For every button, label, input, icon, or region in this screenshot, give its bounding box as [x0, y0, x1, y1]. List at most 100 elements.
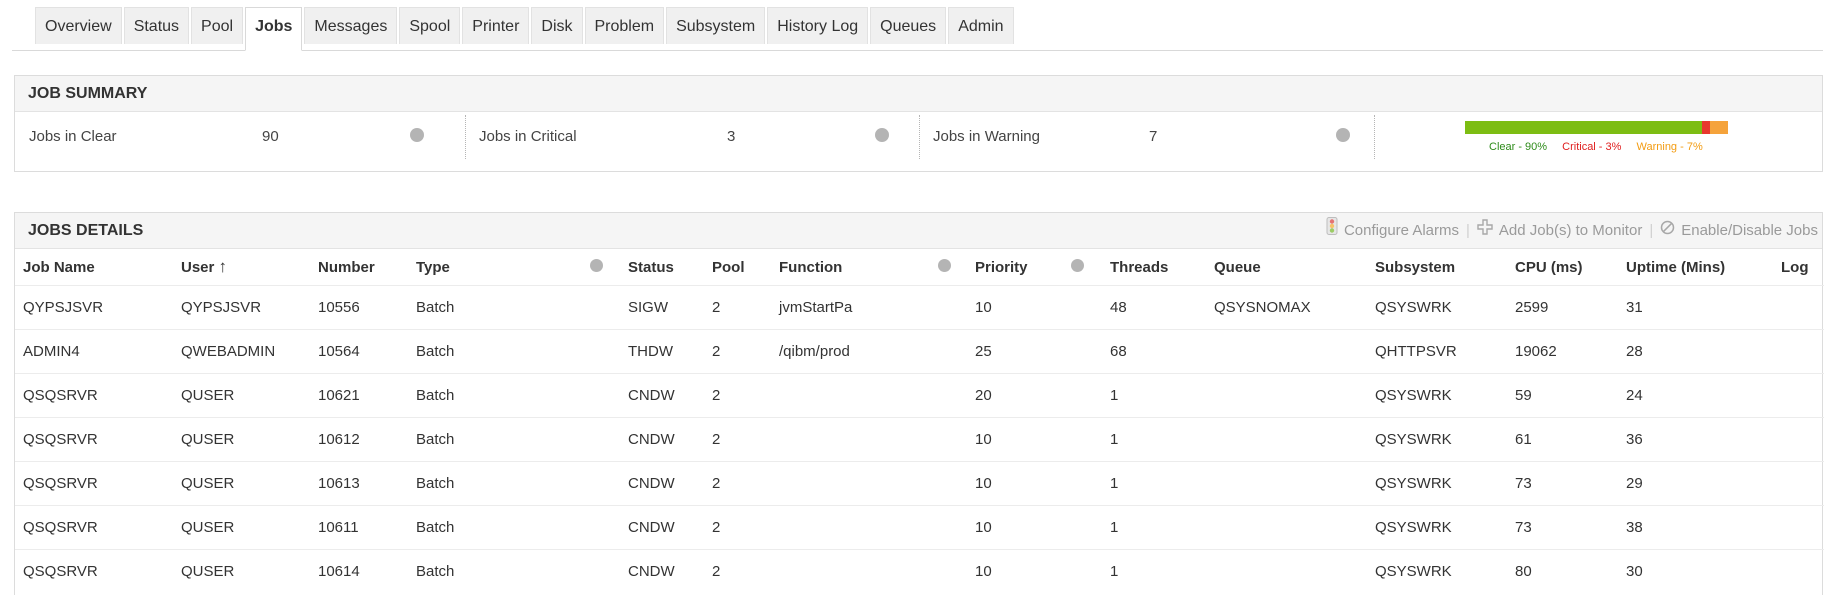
sort-ascending-icon: ↑ [218, 257, 228, 276]
tab-queues[interactable]: Queues [870, 7, 947, 44]
cell-user: QUSER [173, 373, 310, 418]
col-threads[interactable]: Threads [1102, 249, 1206, 286]
enable-disable-button[interactable]: Enable/Disable Jobs [1660, 213, 1818, 248]
tab-disk[interactable]: Disk [531, 7, 583, 44]
cell-job-name: QYPSJSVR [15, 285, 173, 330]
cell-status: CNDW [620, 373, 704, 418]
jobs-details-panel: JOBS DETAILS Configure Alarms | Add Job(… [14, 212, 1824, 595]
table-row[interactable]: QSQSRVR QUSER 10621 Batch CNDW 2 20 1 QSYSWRK 59 2… [15, 373, 1824, 418]
tab-overview[interactable]: Overview [35, 7, 122, 44]
cell-status: THDW [620, 329, 704, 374]
cell-threads: 68 [1102, 329, 1206, 374]
cell-status: CNDW [620, 417, 704, 462]
table-row[interactable]: QSQSRVR QUSER 10611 Batch CNDW 2 10 1 QSYSWRK 73 3… [15, 505, 1824, 550]
col-priority[interactable]: Priority [967, 249, 1102, 286]
cell-type: Batch [408, 505, 620, 550]
job-summary-title: JOB SUMMARY [15, 76, 1822, 112]
summary-clear[interactable]: Jobs in Clear 90 [15, 115, 465, 159]
tab-admin[interactable]: Admin [948, 7, 1014, 44]
cell-job-name: QSQSRVR [15, 505, 173, 550]
jobs-table-body: QYPSJSVR QYPSJSVR 10556 Batch SIGW 2 jvmStartP… [15, 285, 1824, 593]
table-row[interactable]: QSQSRVR QUSER 10614 Batch CNDW 2 10 1 QSYSWRK 80 3… [15, 549, 1824, 593]
col-cpu-label: CPU (ms) [1515, 258, 1583, 276]
cell-pool: 2 [704, 373, 771, 418]
cell-job-name: QSQSRVR [15, 461, 173, 506]
cell-job-name: QSQSRVR [15, 373, 173, 418]
cell-queue [1206, 373, 1367, 418]
col-type[interactable]: Type [408, 249, 620, 286]
cell-status: CNDW [620, 461, 704, 506]
cell-queue [1206, 549, 1367, 593]
cell-number: 10621 [310, 373, 408, 418]
table-row[interactable]: QSQSRVR QUSER 10612 Batch CNDW 2 10 1 QSYSWRK 61 3… [15, 417, 1824, 462]
cell-cpu: 80 [1507, 549, 1618, 593]
tab-history-log[interactable]: History Log [767, 7, 869, 44]
summary-critical[interactable]: Jobs in Critical 3 [465, 115, 919, 159]
cell-uptime: 38 [1618, 505, 1773, 550]
cell-function [771, 549, 967, 593]
col-cpu[interactable]: CPU (ms) [1507, 249, 1618, 286]
cell-number: 10612 [310, 417, 408, 462]
col-subsystem[interactable]: Subsystem [1367, 249, 1507, 286]
tab-jobs[interactable]: Jobs [245, 7, 303, 51]
cell-function [771, 417, 967, 462]
cell-function [771, 505, 967, 550]
col-status[interactable]: Status [620, 249, 704, 286]
type-filter-dot-icon[interactable] [590, 259, 603, 272]
cell-status: CNDW [620, 505, 704, 550]
tab-printer[interactable]: Printer [462, 7, 530, 44]
col-job-name[interactable]: Job Name [15, 249, 173, 286]
status-dot-icon [1336, 128, 1350, 142]
col-function[interactable]: Function [771, 249, 967, 286]
tab-problem[interactable]: Problem [584, 7, 665, 44]
cell-number: 10556 [310, 285, 408, 330]
tab-messages[interactable]: Messages [304, 7, 398, 44]
job-summary-row: Jobs in Clear 90 Jobs in Critical 3 Jobs… [15, 112, 1822, 172]
summary-divider [1374, 115, 1375, 159]
health-bar-critical [1701, 121, 1710, 134]
tab-subsystem[interactable]: Subsystem [666, 7, 766, 44]
add-monitor-icon [1477, 213, 1493, 248]
cell-threads: 1 [1102, 373, 1206, 418]
col-pool[interactable]: Pool [704, 249, 771, 286]
col-number[interactable]: Number [310, 249, 408, 286]
cell-pool: 2 [704, 329, 771, 374]
col-log[interactable]: Log [1773, 249, 1824, 286]
summary-clear-label: Jobs in Clear [29, 128, 117, 145]
tab-spool[interactable]: Spool [399, 7, 461, 44]
cell-subsystem: QSYSWRK [1367, 461, 1507, 506]
summary-warning[interactable]: Jobs in Warning 7 [919, 115, 1374, 159]
table-row[interactable]: QYPSJSVR QYPSJSVR 10556 Batch SIGW 2 jvmStartP… [15, 285, 1824, 330]
cell-user: QWEBADMIN [173, 329, 310, 374]
cell-queue [1206, 417, 1367, 462]
tab-status[interactable]: Status [123, 7, 190, 44]
cell-subsystem: QSYSWRK [1367, 417, 1507, 462]
jobs-page: Overview Status Pool Jobs Messages Spool Print… [0, 0, 1836, 595]
table-row[interactable]: QSQSRVR QUSER 10613 Batch CNDW 2 10 1 QSYSWRK 73 2… [15, 461, 1824, 506]
priority-filter-dot-icon[interactable] [1071, 259, 1084, 272]
col-pool-label: Pool [712, 258, 745, 276]
cell-user: QUSER [173, 549, 310, 593]
table-row[interactable]: ADMIN4 QWEBADMIN 10564 Batch THDW 2/qibm/prod… [15, 329, 1824, 374]
col-queue[interactable]: Queue [1206, 249, 1367, 286]
cell-uptime: 24 [1618, 373, 1773, 418]
cell-log [1773, 461, 1824, 506]
add-jobs-button[interactable]: Add Job(s) to Monitor [1477, 213, 1642, 248]
function-filter-dot-icon[interactable] [938, 259, 951, 272]
col-priority-label: Priority [975, 258, 1028, 276]
configure-alarms-button[interactable]: Configure Alarms [1326, 213, 1459, 248]
col-user[interactable]: User ↑ [173, 249, 310, 286]
details-actions: Configure Alarms | Add Job(s) to Monitor… [1326, 213, 1818, 248]
cell-uptime: 30 [1618, 549, 1773, 593]
col-uptime[interactable]: Uptime (Mins) [1618, 249, 1773, 286]
cell-function [771, 373, 967, 418]
job-summary-panel: JOB SUMMARY Jobs in Clear 90 Jobs in Cri… [14, 75, 1823, 172]
cell-number: 10564 [310, 329, 408, 374]
cell-queue [1206, 461, 1367, 506]
cell-number: 10611 [310, 505, 408, 550]
tab-pool[interactable]: Pool [191, 7, 244, 44]
jobs-details-title: JOBS DETAILS [28, 222, 144, 239]
summary-warning-value: 7 [1149, 128, 1158, 145]
cell-log [1773, 417, 1824, 462]
cell-user: QUSER [173, 461, 310, 506]
